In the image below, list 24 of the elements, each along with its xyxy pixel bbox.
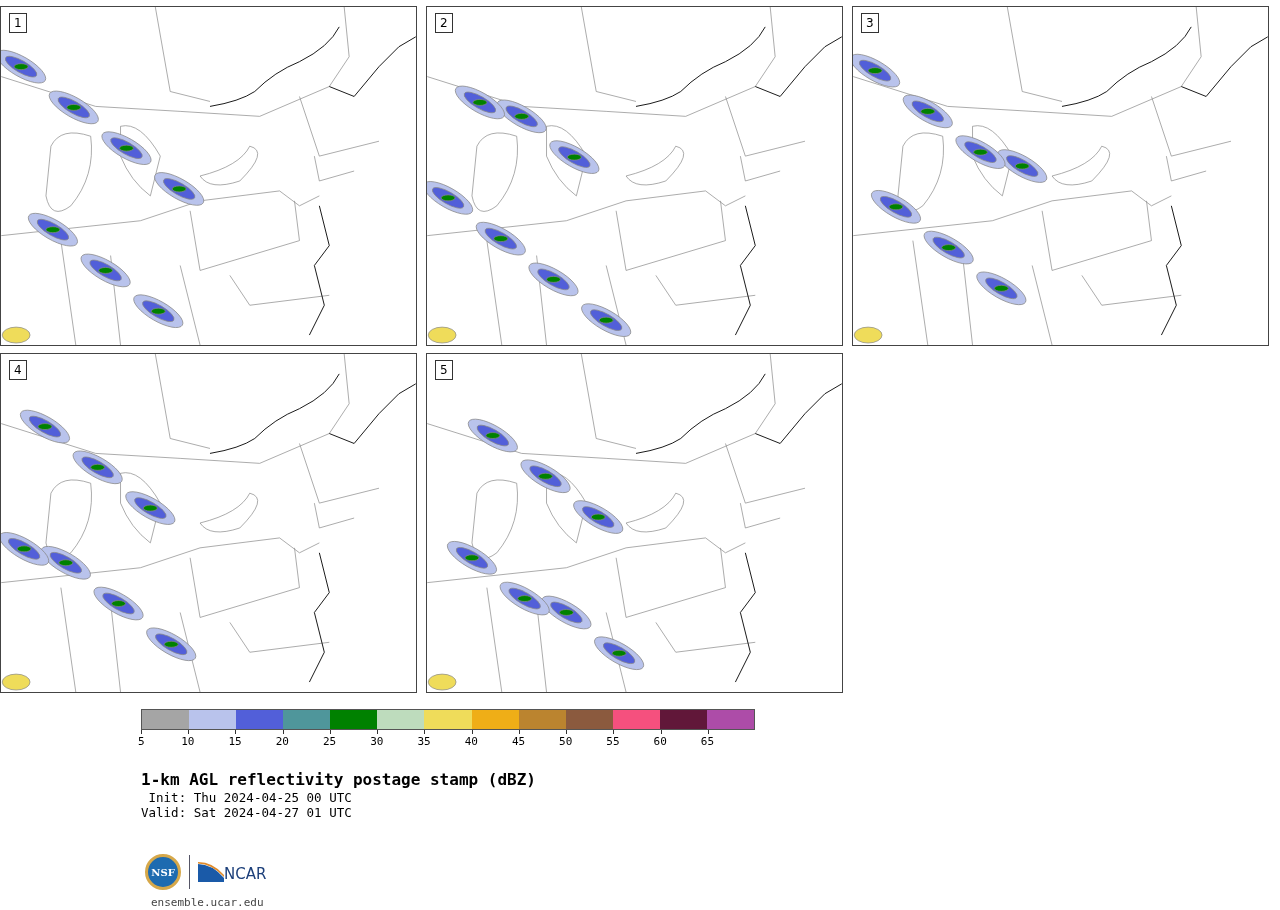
tick-label: 60 [653, 736, 667, 748]
ncar-logo: NCAR [198, 862, 267, 882]
tick-label: 55 [606, 736, 620, 748]
valid-time: Valid: Sat 2024-04-27 01 UTC [141, 805, 353, 820]
tick-label: 25 [322, 736, 337, 748]
tick-label: 5 [138, 736, 145, 748]
tick-label: 40 [464, 736, 478, 748]
tick-label: 15 [228, 736, 242, 748]
tick-label: 50 [559, 736, 573, 748]
chart-title: 1-km AGL reflectivity postage stamp (dBZ) [141, 770, 537, 790]
site-url[interactable]: ensemble.ucar.edu [151, 896, 1280, 909]
panel-number: 1 [9, 13, 27, 33]
tick-label: 45 [511, 736, 526, 748]
tick-label: 20 [275, 736, 289, 748]
panel-number: 4 [9, 360, 27, 380]
tick-label: 30 [370, 736, 384, 748]
init-time: Init: Thu 2024-04-25 00 UTC [147, 790, 353, 805]
panel-number: 3 [861, 13, 879, 33]
tick-label: 65 [700, 736, 715, 748]
panel-number: 5 [435, 360, 453, 380]
panel-number: 2 [435, 13, 453, 33]
tick-label: 35 [417, 736, 431, 748]
tick-label: 10 [181, 736, 195, 748]
seal-logo: NSF [145, 854, 181, 890]
